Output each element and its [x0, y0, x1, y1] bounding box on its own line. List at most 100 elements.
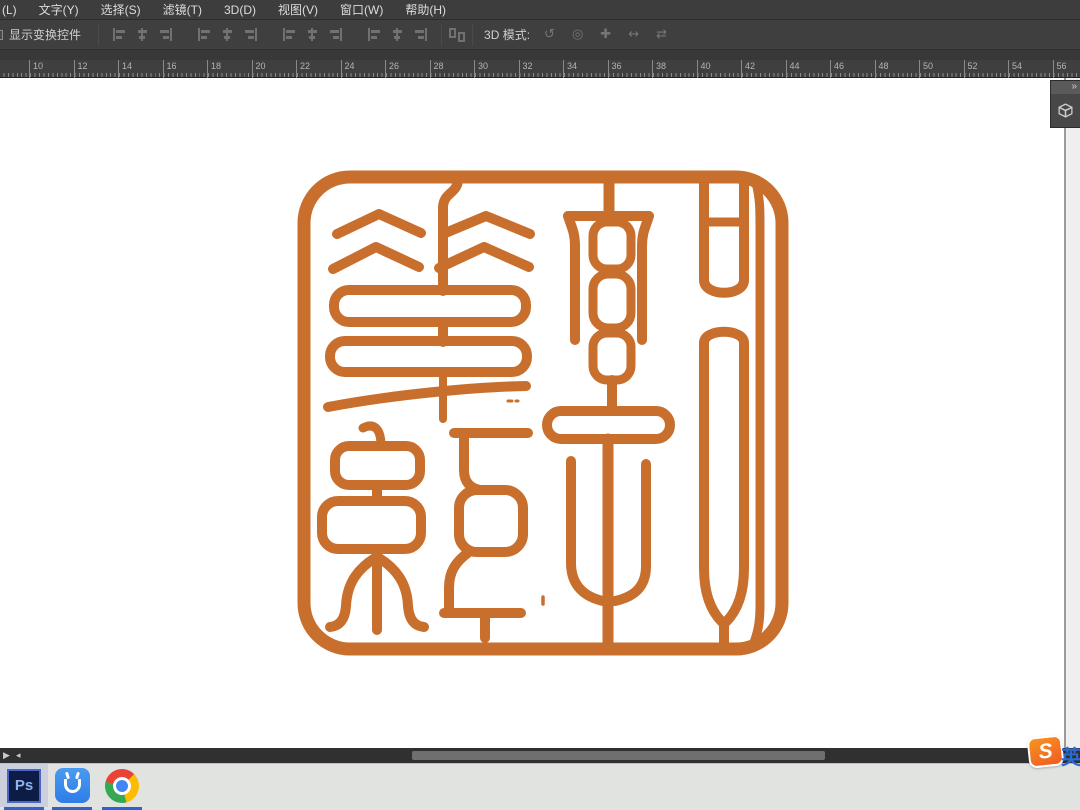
distribute-vertical-centers-icon[interactable]	[305, 28, 320, 42]
ruler-major-tick	[741, 60, 742, 78]
ruler-label: 56	[1057, 61, 1067, 71]
distribute-right-edges-icon[interactable]	[413, 28, 428, 42]
status-expand-icon[interactable]: ▶	[3, 750, 10, 761]
panel-dock: »	[1050, 80, 1080, 128]
3d-mode-icons-row: ↺ ◎ ✚ ↔ ⇄	[544, 28, 676, 41]
horizontal-ruler[interactable]: 10 12 14 16 18 20 22 24 26 28 30 32 34 36 38 40 42 44 46 48…	[0, 60, 1080, 78]
ruler-label: 34	[567, 61, 577, 71]
photoshop-window: (L)文字(Y)选择(S)滤镜(T)3D(D)视图(V)窗口(W)帮助(H) 显…	[0, 0, 1080, 810]
ruler-label: 28	[434, 61, 444, 71]
align-top-edges-icon[interactable]	[112, 28, 127, 42]
distribute-horizontal-centers-icon[interactable]	[390, 28, 405, 42]
ruler-major-tick	[474, 60, 475, 78]
align-bottom-edges-icon[interactable]	[158, 28, 173, 42]
panel-collapse-button[interactable]: »	[1051, 81, 1080, 94]
3d-scale-icon[interactable]: ⇄	[656, 28, 667, 41]
3d-rotate-icon[interactable]: ↺	[544, 28, 555, 41]
ruler-major-tick	[875, 60, 876, 78]
ruler-major-tick	[919, 60, 920, 78]
3d-panel-tab[interactable]	[1051, 94, 1080, 127]
sogou-ime-icon[interactable]: S	[1026, 734, 1064, 768]
3d-drag-icon[interactable]: ✚	[600, 28, 611, 41]
ruler-major-tick	[29, 60, 30, 78]
menu-item-window[interactable]: 窗口(W)	[329, 0, 394, 20]
ruler-label: 32	[523, 61, 533, 71]
ruler-major-tick	[296, 60, 297, 78]
distribute-left-edges-icon[interactable]	[367, 28, 382, 42]
ruler-major-tick	[608, 60, 609, 78]
menu-item-select[interactable]: 选择(S)	[90, 0, 152, 20]
ruler-major-tick	[697, 60, 698, 78]
ruler-label: 14	[122, 61, 132, 71]
ruler-label: 48	[879, 61, 889, 71]
auto-align-layers-icon[interactable]	[449, 28, 465, 42]
ruler-label: 10	[33, 61, 43, 71]
scroll-left-icon[interactable]: ◂	[16, 750, 21, 761]
ruler-label: 30	[478, 61, 488, 71]
3d-mode-label: 3D 模式:	[484, 26, 530, 43]
ruler-major-tick	[1008, 60, 1009, 78]
show-transform-checkbox[interactable]	[0, 30, 3, 40]
ruler-major-tick	[563, 60, 564, 78]
taskbar-qianniu-button[interactable]	[48, 764, 96, 807]
ruler-major-tick	[341, 60, 342, 78]
3d-slide-icon[interactable]: ↔	[628, 28, 639, 41]
ruler-major-tick	[163, 60, 164, 78]
menu-item-view[interactable]: 视图(V)	[267, 0, 329, 20]
ruler-major-tick	[430, 60, 431, 78]
ruler-label: 12	[78, 61, 88, 71]
ruler-major-tick	[207, 60, 208, 78]
align-icons-row	[112, 28, 428, 42]
ruler-label: 50	[923, 61, 933, 71]
menu-item-help[interactable]: 帮助(H)	[394, 0, 457, 20]
align-left-edges-icon[interactable]	[197, 28, 212, 42]
ruler-label: 40	[701, 61, 711, 71]
ruler-label: 20	[256, 61, 266, 71]
sogou-ime-language-label[interactable]: 英	[1061, 741, 1080, 770]
menu-item-filter[interactable]: 滤镜(T)	[152, 0, 213, 20]
align-right-edges-icon[interactable]	[243, 28, 258, 42]
ruler-label: 52	[968, 61, 978, 71]
ruler-label: 46	[834, 61, 844, 71]
ruler-label: 24	[345, 61, 355, 71]
toolbar-gap-strip	[0, 50, 1080, 60]
distribute-bottom-edges-icon[interactable]	[328, 28, 343, 42]
ruler-major-tick	[830, 60, 831, 78]
ruler-major-tick	[252, 60, 253, 78]
menu-bar: (L)文字(Y)选择(S)滤镜(T)3D(D)视图(V)窗口(W)帮助(H)	[0, 0, 1080, 20]
3d-roll-icon[interactable]: ◎	[572, 28, 583, 41]
document-scrollbar: ▶ ◂	[0, 748, 1080, 763]
ruler-label: 36	[612, 61, 622, 71]
chrome-icon	[99, 762, 145, 808]
taskbar-chrome-button[interactable]	[98, 764, 146, 807]
ruler-major-tick	[118, 60, 119, 78]
taskbar-photoshop-button[interactable]: Ps	[0, 764, 48, 807]
ruler-label: 38	[656, 61, 666, 71]
ruler-major-tick	[786, 60, 787, 78]
ruler-label: 42	[745, 61, 755, 71]
3d-cube-icon	[1057, 102, 1074, 119]
align-horizontal-centers-icon[interactable]	[220, 28, 235, 42]
options-bar: 显示变换控件 3D 模式: ↺ ◎ ✚ ↔ ⇄	[0, 20, 1080, 50]
ruler-label: 54	[1012, 61, 1022, 71]
ruler-major-tick	[1053, 60, 1054, 78]
distribute-top-edges-icon[interactable]	[282, 28, 297, 42]
seal-stamp-artwork	[297, 170, 789, 656]
ruler-major-tick	[385, 60, 386, 78]
ruler-label: 18	[211, 61, 221, 71]
show-transform-label: 显示变换控件	[9, 26, 81, 43]
align-vertical-centers-icon[interactable]	[135, 28, 150, 42]
ruler-label: 26	[389, 61, 399, 71]
taskbar: Ps ∧ )) 英	[0, 763, 1080, 810]
horizontal-scrollbar-thumb[interactable]	[412, 751, 825, 760]
ruler-label: 44	[790, 61, 800, 71]
ruler-major-tick	[74, 60, 75, 78]
ruler-major-tick	[519, 60, 520, 78]
ruler-label: 22	[300, 61, 310, 71]
menu-item-3d[interactable]: 3D(D)	[213, 0, 267, 20]
photoshop-icon: Ps	[7, 769, 41, 803]
ruler-label: 16	[167, 61, 177, 71]
menu-item-type[interactable]: 文字(Y)	[28, 0, 90, 20]
qianniu-icon	[55, 768, 90, 803]
menu-item-layer-partial[interactable]: (L)	[0, 0, 28, 20]
